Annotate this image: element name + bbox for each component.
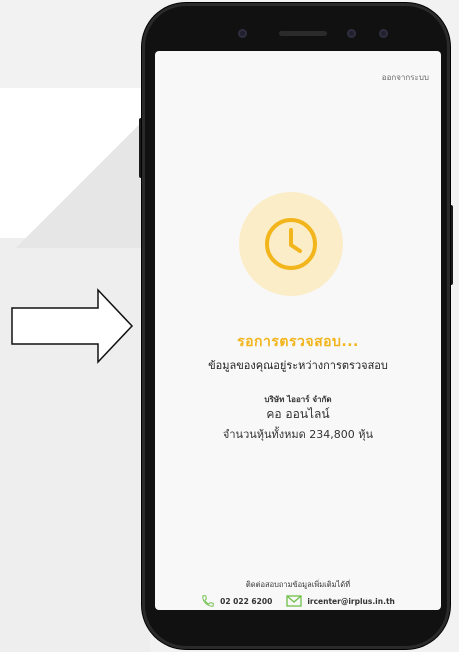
email-address: ircenter@irplus.in.th: [307, 596, 395, 606]
status-subtitle: ข้อมูลของคุณอยู่ระหว่างการตรวจสอบ: [208, 359, 388, 372]
clock-icon: [265, 218, 317, 270]
email-contact[interactable]: ircenter@irplus.in.th: [286, 595, 395, 607]
share-count: จำนวนหุ้นทั้งหมด 234,800 หุ้น: [222, 428, 374, 441]
sensor-icon: [379, 29, 388, 38]
front-camera-icon: [238, 29, 247, 38]
phone-screen: ออกจากระบบ รอการตรวจสอบ... ข้อมูลของคุณอ…: [155, 51, 441, 610]
contact-title: ติดต่อสอบถามข้อมูลเพิ่มเติมได้ที่: [245, 580, 351, 589]
right-arrow-icon: [11, 288, 134, 364]
holder-name: คอ ออนไลน์: [266, 407, 330, 421]
phone-icon: [202, 595, 214, 607]
clock-badge: [239, 192, 343, 296]
logout-link[interactable]: ออกจากระบบ: [382, 71, 429, 84]
sensor-icon: [347, 29, 356, 38]
phone-speaker: [279, 31, 327, 36]
phone-contact[interactable]: 02 022 6200: [201, 594, 272, 608]
contact-row: 02 022 6200 ircenter@irplus.in.th: [155, 594, 441, 608]
status-title: รอการตรวจสอบ...: [237, 334, 359, 350]
mail-icon: [286, 595, 302, 607]
background-diagonal-shape: [0, 88, 160, 248]
phone-number: 02 022 6200: [220, 596, 273, 606]
